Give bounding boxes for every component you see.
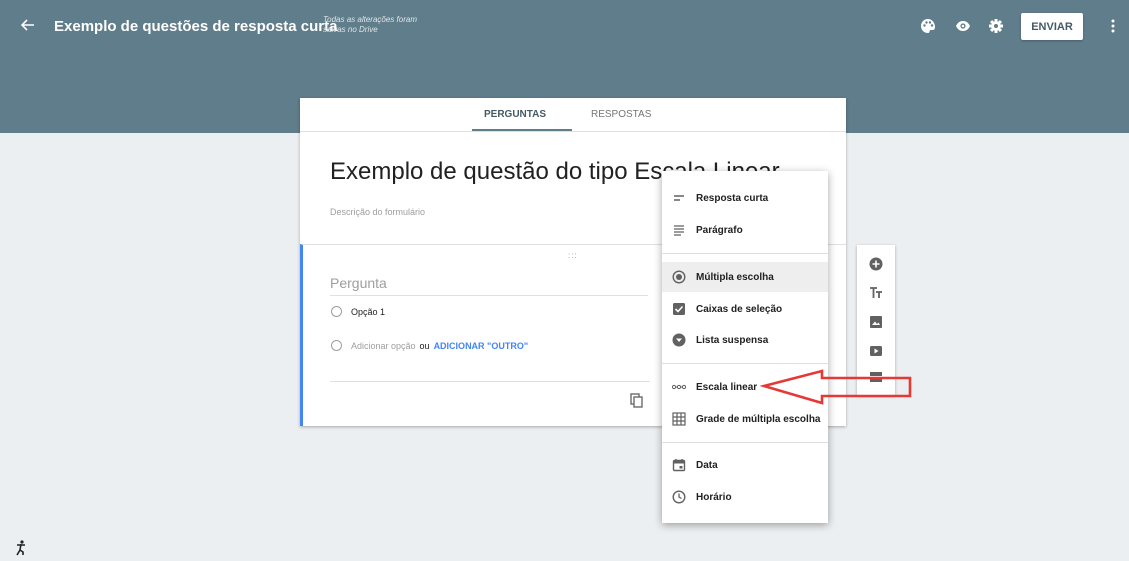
menu-item-label: Resposta curta [696,192,769,204]
back-arrow-icon[interactable] [20,17,36,33]
title-text-icon[interactable] [869,286,883,300]
menu-item-label: Horário [696,491,732,503]
menu-item-multiple-choice-grid[interactable]: Grade de múltipla escolha [662,404,828,434]
menu-divider [662,253,828,254]
menu-item-date[interactable]: Data [662,450,828,480]
menu-item-paragraph[interactable]: Parágrafo [662,215,828,245]
menu-item-short-answer[interactable]: Resposta curta [662,183,828,213]
palette-icon[interactable] [920,18,936,34]
short-answer-icon [674,195,684,201]
form-name-title[interactable]: Exemplo de questões de resposta curta [54,18,337,35]
menu-item-checkboxes[interactable]: Caixas de seleção [662,294,828,324]
more-vert-icon[interactable] [1110,18,1116,34]
option-row[interactable]: Opção 1 [331,306,385,317]
menu-item-time[interactable]: Horário [662,482,828,512]
menu-divider [662,363,828,364]
add-option-link[interactable]: Adicionar opção [351,341,416,351]
menu-item-label: Escala linear [696,381,758,393]
send-button[interactable]: ENVIAR [1021,13,1083,40]
divider [330,381,650,382]
menu-item-label: Parágrafo [696,224,743,236]
radio-unchecked-icon [331,340,342,351]
drag-handle-icon[interactable]: ::: [568,251,578,260]
accessibility-icon[interactable] [14,540,28,556]
active-tab-indicator [472,129,572,131]
or-label: ou [419,340,430,351]
menu-item-label: Data [696,459,718,471]
option-label[interactable]: Opção 1 [351,307,385,317]
menu-divider [662,442,828,443]
calendar-icon [672,459,686,472]
duplicate-icon[interactable] [630,393,644,409]
dropdown-icon [672,333,686,347]
menu-item-label: Caixas de seleção [696,303,783,315]
radio-unchecked-icon [331,306,342,317]
image-icon[interactable] [869,315,883,329]
tab-answers[interactable]: RESPOSTAS [591,109,651,120]
settings-gear-icon[interactable] [988,18,1004,34]
preview-eye-icon[interactable] [955,18,971,34]
menu-item-multiple-choice[interactable]: Múltipla escolha [662,262,828,292]
add-option-row: Adicionar opção ou ADICIONAR "OUTRO" [331,340,528,351]
menu-item-dropdown[interactable]: Lista suspensa [662,325,828,355]
annotation-arrow-icon [760,369,912,405]
video-icon[interactable] [869,344,883,358]
add-other-link[interactable]: ADICIONAR "OUTRO" [434,341,529,351]
radio-icon [672,270,686,284]
linear-scale-icon [672,384,686,390]
tab-questions[interactable]: PERGUNTAS [484,109,546,120]
menu-item-label: Múltipla escolha [696,271,774,283]
paragraph-icon [674,225,684,236]
checkbox-icon [673,303,685,315]
tab-bar: PERGUNTAS RESPOSTAS [300,98,846,132]
grid-icon [672,412,686,426]
question-title-input[interactable]: Pergunta [330,275,648,296]
menu-item-label: Grade de múltipla escolha [696,413,821,425]
menu-item-label: Lista suspensa [696,334,769,346]
question-type-menu: Resposta curta Parágrafo Múltipla escolh… [662,171,828,523]
add-question-icon[interactable] [869,257,883,271]
clock-icon [672,490,686,504]
form-description-field[interactable]: Descrição do formulário [330,207,425,217]
save-status: Todas as alterações foram salvas no Driv… [323,15,417,34]
